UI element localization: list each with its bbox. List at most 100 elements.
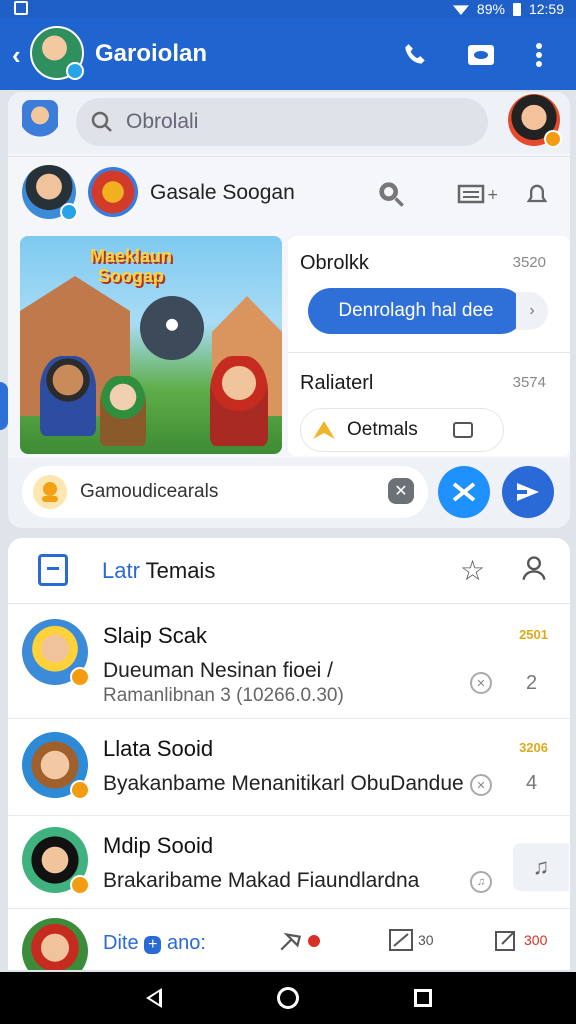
nav-home-icon[interactable]: [277, 987, 299, 1009]
item-count: 30: [418, 932, 434, 948]
search-row: Obrolali: [8, 92, 570, 154]
pin-icon: [280, 932, 302, 951]
avatar[interactable]: [22, 732, 90, 800]
nav-back-icon[interactable]: [146, 988, 162, 1008]
chevron-right-icon[interactable]: ›: [516, 292, 548, 330]
item-preview: Dueuman Nesinan fioei /: [103, 659, 333, 682]
character-figure: [40, 356, 96, 436]
message-text: Gamoudicearals: [80, 481, 219, 502]
edge-handle[interactable]: [0, 382, 8, 430]
compose-icon: [495, 931, 515, 951]
video-button[interactable]: [466, 40, 496, 70]
group-row[interactable]: Gasale Soogan +: [8, 156, 570, 232]
list-item[interactable]: Mdip Sooid Brakaribame Makad Fiaundlardn…: [8, 817, 570, 909]
compose-button[interactable]: 300: [494, 928, 547, 952]
character-figure: [210, 356, 268, 446]
conversation-card: Obrolali Gasale Soogan + Maeklaun Soogap: [8, 92, 570, 528]
item-name: Slaip Scak: [103, 623, 207, 648]
battery-icon: [512, 2, 521, 16]
item-time: 3206: [519, 740, 548, 755]
item-time: 3574: [512, 374, 546, 391]
send-icon: [517, 483, 539, 501]
video-icon: [468, 45, 494, 65]
zoom-icon: [379, 182, 404, 207]
star-icon[interactable]: ☆: [460, 554, 485, 587]
item-time: 3520: [512, 254, 546, 271]
item-time: 2501: [519, 627, 548, 642]
group-avatar-secondary[interactable]: [88, 167, 138, 217]
clear-button[interactable]: ✕: [388, 478, 414, 504]
bell-icon[interactable]: ♫: [513, 843, 569, 891]
notification-icon: [14, 1, 28, 15]
notifications-button[interactable]: [520, 177, 554, 211]
expand-icon: [452, 422, 473, 438]
post-illustration[interactable]: Maeklaun Soogap: [20, 236, 282, 454]
avatar[interactable]: [22, 827, 90, 895]
chat-list: Latr Temais ☆ Slaip Scak Dueuman Nesinan…: [8, 538, 570, 970]
status-badge: [70, 875, 90, 895]
user-avatar[interactable]: [22, 100, 58, 144]
avatar[interactable]: [22, 619, 90, 687]
label-part: ano:: [167, 932, 206, 954]
group-avatar[interactable]: [22, 165, 78, 221]
person-icon[interactable]: [520, 554, 550, 584]
zoom-button[interactable]: [374, 177, 408, 211]
send-button[interactable]: [502, 466, 554, 518]
item-name: Mdip Sooid: [103, 833, 214, 858]
list-button[interactable]: +: [454, 177, 500, 211]
mute-button[interactable]: [438, 466, 490, 518]
chip-label: Oetmals: [347, 419, 418, 440]
mute-icon[interactable]: ✕: [470, 774, 492, 796]
nav-recents-icon[interactable]: [414, 989, 432, 1007]
list-title: Latr Temais: [102, 558, 215, 584]
edit-icon: [389, 929, 413, 951]
status-badge: [544, 130, 562, 148]
list-title-part2: Temais: [139, 558, 216, 583]
verified-badge-icon: [66, 62, 84, 80]
unread-count: 4: [526, 772, 538, 794]
app-bar: ‹ Garoiolan: [0, 18, 576, 90]
list-item[interactable]: Llata Sooid Byakanbame Menanitikarl ObuD…: [8, 720, 570, 816]
pin-button[interactable]: [278, 928, 320, 954]
clock: 12:59: [528, 1, 564, 17]
avatar[interactable]: [22, 918, 88, 970]
back-button[interactable]: ‹: [12, 40, 21, 71]
message-input[interactable]: Gamoudicearals ✕: [22, 466, 428, 518]
item-count: 300: [524, 932, 548, 948]
list-item-partial[interactable]: Dite + ano: 30 300: [8, 910, 570, 970]
action-button[interactable]: Denrolagh hal dee: [308, 288, 524, 334]
compose-bar: Gamoudicearals ✕: [8, 458, 570, 528]
system-nav-bar: [0, 972, 576, 1024]
phone-button[interactable]: [400, 40, 430, 70]
profile-avatar[interactable]: [508, 94, 562, 148]
more-button[interactable]: [524, 40, 554, 70]
notification-dot: [308, 935, 320, 947]
list-header: Latr Temais ☆: [8, 538, 570, 604]
verified-badge-icon: [60, 203, 78, 221]
mute-icon[interactable]: ✕: [470, 672, 492, 694]
list-item[interactable]: Slaip Scak Dueuman Nesinan fioei / Raman…: [8, 605, 570, 719]
illustration-title-line1: Maeklaun: [90, 246, 173, 266]
unread-count: 2: [526, 672, 538, 694]
divider: [288, 352, 570, 353]
character-figure: [100, 376, 146, 446]
item-preview: Byakanbame Menanitikarl ObuDandue: [103, 772, 464, 795]
item-preview: Brakaribame Makad Fiaundlardna: [103, 869, 420, 892]
search-input[interactable]: Obrolali: [76, 98, 488, 146]
item-title: Raliaterl: [300, 372, 374, 394]
mute-icon[interactable]: ♫: [470, 871, 492, 893]
chat-avatar[interactable]: [30, 26, 84, 80]
more-icon: [536, 43, 542, 67]
label-part: Dite: [103, 932, 139, 954]
edit-button[interactable]: 30: [388, 928, 434, 952]
phone-icon: [405, 44, 425, 64]
search-placeholder: Obrolali: [126, 110, 199, 133]
group-title[interactable]: Gasale Soogan: [150, 181, 295, 205]
close-icon: [452, 482, 476, 502]
calendar-icon: [38, 554, 68, 586]
search-icon: [91, 111, 112, 132]
chat-title[interactable]: Garoiolan: [95, 40, 207, 68]
banana-icon: [313, 421, 335, 439]
attachment-chip[interactable]: Oetmals: [300, 408, 504, 452]
list-title-part1: Latr: [102, 558, 140, 583]
